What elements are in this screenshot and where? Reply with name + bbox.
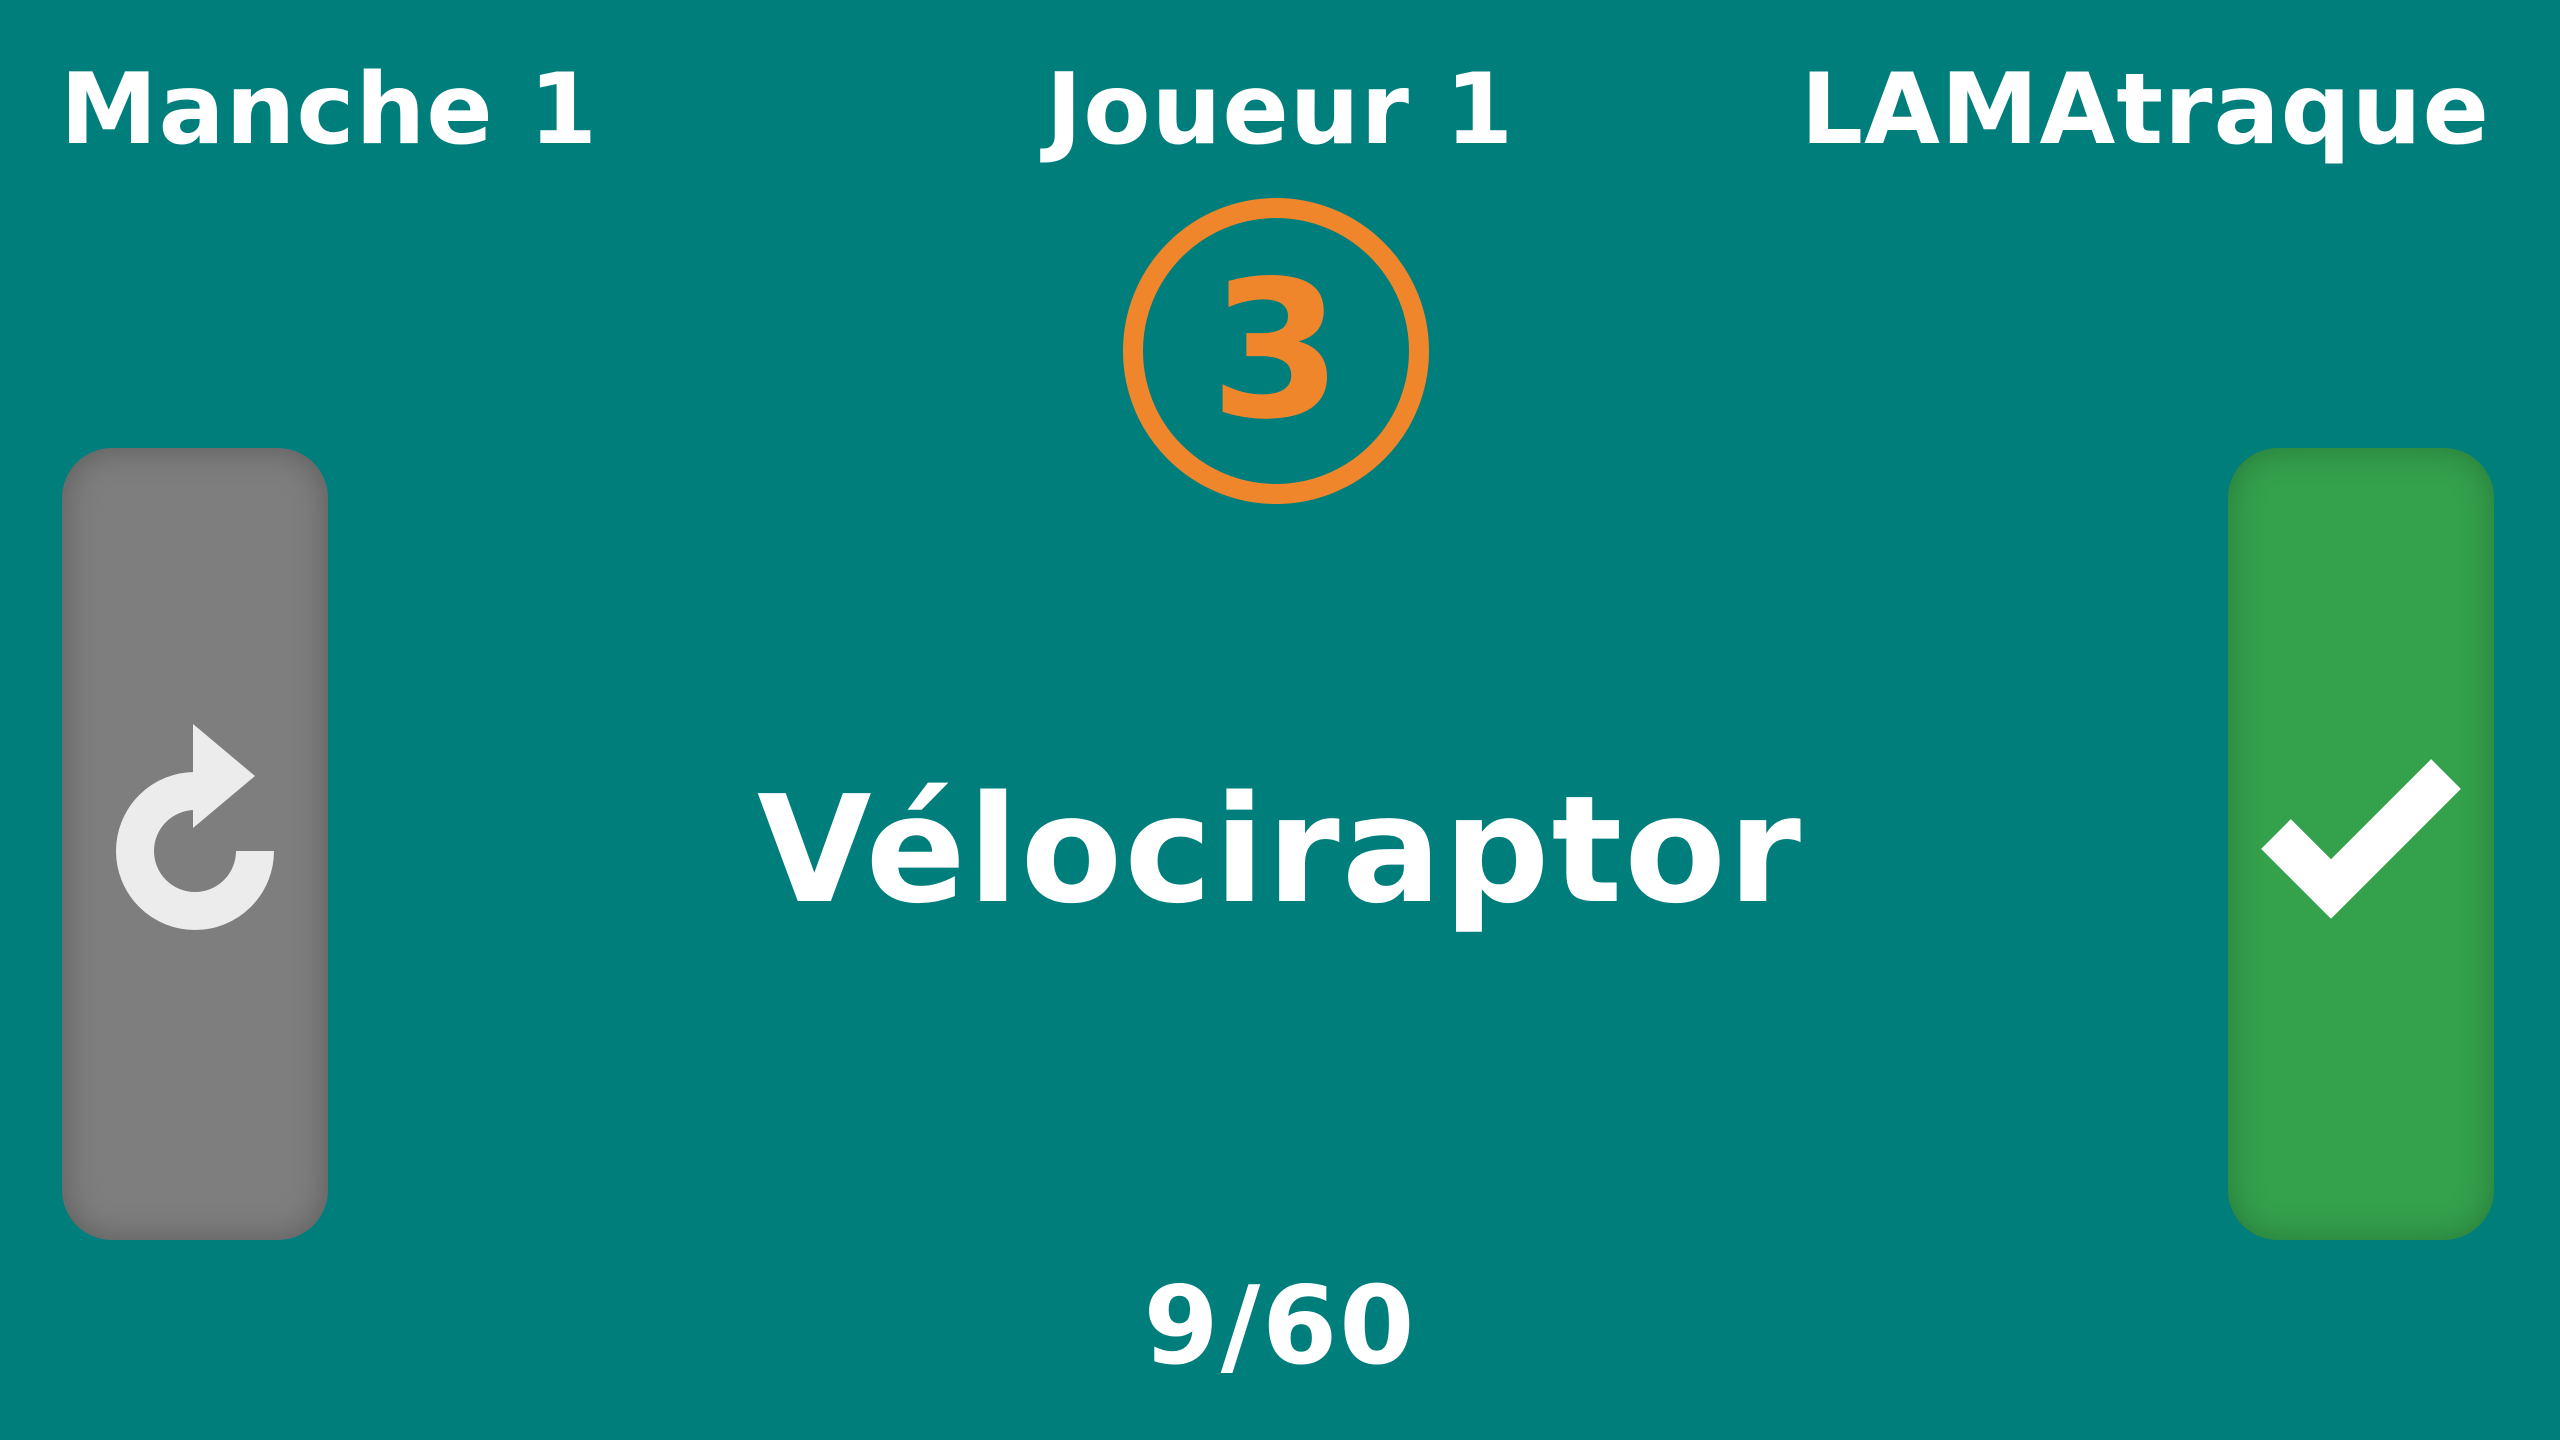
- word-progress-counter: 9/60: [1143, 1264, 1417, 1389]
- word-to-guess: Vélociraptor: [757, 764, 1803, 936]
- countdown-value: 3: [1209, 240, 1343, 461]
- game-screen: Manche 1 Joueur 1 LAMAtraque 3 Vélocirap…: [0, 0, 2560, 1440]
- countdown-timer: 3: [1123, 198, 1429, 504]
- game-title: LAMAtraque: [1800, 53, 2490, 167]
